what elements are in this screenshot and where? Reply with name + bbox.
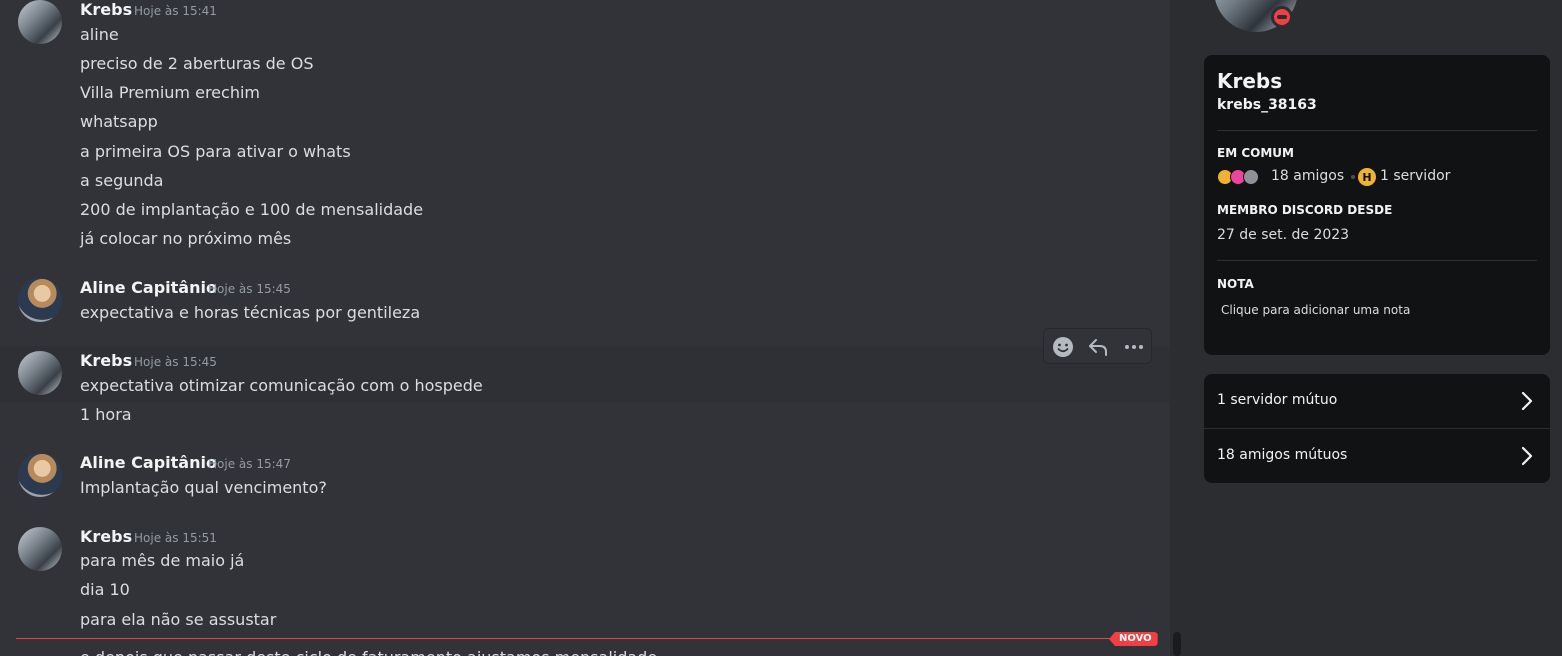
mutual-servers-count[interactable]: 1 servidor bbox=[1380, 168, 1450, 184]
divider bbox=[1217, 130, 1537, 131]
mutual-friends-count[interactable]: 18 amigos bbox=[1271, 168, 1344, 184]
member-since-date: 27 de set. de 2023 bbox=[1217, 227, 1350, 243]
profile-display-name: Krebs bbox=[1217, 69, 1283, 93]
avatar[interactable] bbox=[18, 453, 62, 497]
new-messages-divider bbox=[16, 638, 1112, 639]
message-timestamp: Hoje às 15:45 bbox=[208, 282, 291, 296]
new-messages-badge: NOVO bbox=[1109, 632, 1158, 646]
message-group[interactable]: Krebs Hoje às 15:45 expectativa otimizar… bbox=[0, 346, 1170, 402]
avatar[interactable] bbox=[18, 0, 62, 44]
message-group: Aline Capitânio Hoje às 15:47 Implantaçã… bbox=[0, 445, 1170, 507]
profile-username[interactable]: krebs_38163 bbox=[1217, 97, 1317, 113]
more-options-button[interactable] bbox=[1120, 333, 1148, 361]
server-icon: H bbox=[1358, 168, 1376, 186]
emoji-icon bbox=[1053, 337, 1073, 357]
message-text: expectativa otimizar comunicação com o h… bbox=[80, 376, 483, 395]
message-timestamp: Hoje às 15:51 bbox=[134, 531, 217, 545]
add-reaction-button[interactable] bbox=[1049, 333, 1077, 361]
chat-area: Krebs Hoje às 15:41 aline preciso de 2 a… bbox=[0, 0, 1170, 656]
message-group: Aline Capitânio Hoje às 15:45 expectativ… bbox=[0, 270, 1170, 332]
message-author[interactable]: Krebs bbox=[80, 527, 132, 546]
avatar[interactable] bbox=[18, 351, 62, 395]
member-since-title: MEMBRO DISCORD DESDE bbox=[1217, 203, 1393, 217]
in-common-title: EM COMUM bbox=[1217, 146, 1294, 160]
note-title: NOTA bbox=[1217, 277, 1254, 291]
chevron-right-icon bbox=[1521, 391, 1533, 411]
message-group: Krebs Hoje às 15:41 aline preciso de 2 a… bbox=[0, 0, 1170, 260]
message-text: 1 hora bbox=[80, 405, 132, 424]
chat-scrollbar[interactable] bbox=[1170, 0, 1184, 656]
dnd-status-icon bbox=[1271, 6, 1293, 28]
profile-card: Krebs krebs_38163 EM COMUM 18 amigos H 1… bbox=[1204, 55, 1550, 355]
message-text: preciso de 2 aberturas de OS bbox=[80, 54, 314, 73]
mutual-servers-label: 1 servidor mútuo bbox=[1217, 392, 1338, 408]
avatar[interactable] bbox=[18, 278, 62, 322]
chat-scrollbar-thumb[interactable] bbox=[1173, 632, 1181, 656]
mutuals-card: 1 servidor mútuo 18 amigos mútuos bbox=[1204, 374, 1550, 483]
chevron-right-icon bbox=[1521, 446, 1533, 466]
friend-avatar-icon bbox=[1243, 169, 1259, 185]
message-text: já colocar no próximo mês bbox=[80, 229, 292, 248]
mutual-friends-label: 18 amigos mútuos bbox=[1217, 447, 1348, 463]
dot-separator bbox=[1351, 175, 1355, 179]
message-timestamp: Hoje às 15:47 bbox=[208, 457, 291, 471]
message-text: a primeira OS para ativar o whats bbox=[80, 142, 351, 161]
message-toolbar bbox=[1043, 328, 1152, 364]
message-text: Villa Premium erechim bbox=[80, 83, 260, 102]
avatar[interactable] bbox=[18, 527, 62, 571]
message-timestamp: Hoje às 15:41 bbox=[134, 4, 217, 18]
message-text: a segunda bbox=[80, 171, 164, 190]
message-text: 200 de implantação e 100 de mensalidade bbox=[80, 200, 424, 219]
note-input[interactable]: Clique para adicionar uma nota bbox=[1221, 303, 1410, 317]
mutual-servers-row[interactable]: 1 servidor mútuo bbox=[1204, 374, 1550, 429]
message-timestamp: Hoje às 15:45 bbox=[134, 355, 217, 369]
message-text: dia 10 bbox=[80, 580, 130, 599]
message-author[interactable]: Krebs bbox=[80, 0, 132, 19]
message-text: para mês de maio já bbox=[80, 551, 245, 570]
more-icon bbox=[1125, 345, 1143, 349]
message-author[interactable]: Aline Capitânio bbox=[80, 278, 217, 297]
message-group: Krebs Hoje às 15:51 para mês de maio já … bbox=[0, 520, 1170, 630]
divider bbox=[1217, 260, 1537, 261]
message-text: aline bbox=[80, 25, 119, 44]
message-text: e depois que passar deste ciclo de fatur… bbox=[80, 648, 657, 656]
message-text: para ela não se assustar bbox=[80, 610, 277, 629]
mutual-friends-row[interactable]: 18 amigos mútuos bbox=[1204, 429, 1550, 483]
message-text: expectativa e horas técnicas por gentile… bbox=[80, 303, 421, 322]
message-author[interactable]: Aline Capitânio bbox=[80, 453, 217, 472]
message-text: whatsapp bbox=[80, 112, 158, 131]
reply-icon bbox=[1089, 339, 1107, 356]
message-text: Implantação qual vencimento? bbox=[80, 478, 327, 497]
message-author[interactable]: Krebs bbox=[80, 351, 132, 370]
reply-button[interactable] bbox=[1084, 333, 1112, 361]
